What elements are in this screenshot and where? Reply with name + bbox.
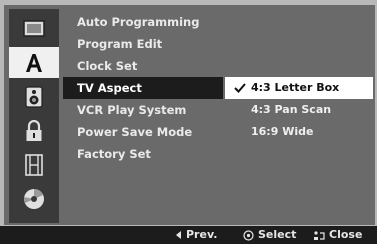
close-label: Close bbox=[329, 228, 363, 241]
option-label: 4:3 Letter Box bbox=[251, 81, 340, 94]
category-rail bbox=[9, 9, 59, 223]
option-label: 4:3 Pan Scan bbox=[251, 103, 332, 116]
menu-item-clock-set[interactable]: Clock Set bbox=[63, 55, 223, 77]
help-bar: Prev. Select Close bbox=[0, 226, 377, 244]
checkmark-icon bbox=[233, 77, 247, 99]
rail-item-lock[interactable] bbox=[9, 115, 59, 146]
close-hint[interactable]: Close bbox=[312, 226, 362, 244]
lock-icon bbox=[26, 119, 42, 141]
rail-item-audio[interactable] bbox=[9, 81, 59, 112]
disc-icon bbox=[23, 188, 44, 209]
option-wide[interactable]: 16:9 Wide bbox=[225, 121, 373, 143]
rail-item-disc[interactable] bbox=[9, 183, 59, 214]
option-letter-box[interactable]: 4:3 Letter Box bbox=[225, 77, 373, 99]
prev-label: Prev. bbox=[186, 228, 218, 241]
select-hint[interactable]: Select bbox=[243, 226, 296, 244]
rail-item-language[interactable] bbox=[9, 47, 59, 78]
tv-icon bbox=[23, 19, 45, 37]
menu-item-program-edit[interactable]: Program Edit bbox=[63, 33, 223, 55]
left-arrow-icon bbox=[176, 231, 182, 239]
film-icon bbox=[25, 153, 43, 176]
menu-item-tv-aspect[interactable]: TV Aspect bbox=[63, 77, 223, 99]
menu-item-auto-programming[interactable]: Auto Programming bbox=[63, 11, 223, 33]
option-pan-scan[interactable]: 4:3 Pan Scan bbox=[225, 99, 373, 121]
setup-return-icon bbox=[312, 230, 325, 241]
rail-item-general[interactable] bbox=[9, 13, 59, 44]
aspect-options: 4:3 Letter Box 4:3 Pan Scan 16:9 Wide bbox=[225, 9, 373, 223]
enter-icon bbox=[243, 229, 254, 241]
menu-item-factory-set[interactable]: Factory Set bbox=[63, 143, 223, 165]
menu-item-power-save-mode[interactable]: Power Save Mode bbox=[63, 121, 223, 143]
letter-a-icon bbox=[26, 53, 42, 72]
select-label: Select bbox=[258, 228, 297, 241]
setup-menu: Auto Programming Program Edit Clock Set … bbox=[63, 9, 223, 223]
speaker-icon bbox=[25, 85, 43, 108]
option-label: 16:9 Wide bbox=[251, 125, 314, 138]
setup-screen: Auto Programming Program Edit Clock Set … bbox=[0, 0, 377, 244]
menu-item-vcr-play-system[interactable]: VCR Play System bbox=[63, 99, 223, 121]
rail-item-recording[interactable] bbox=[9, 149, 59, 180]
prev-hint[interactable]: Prev. bbox=[176, 226, 217, 244]
